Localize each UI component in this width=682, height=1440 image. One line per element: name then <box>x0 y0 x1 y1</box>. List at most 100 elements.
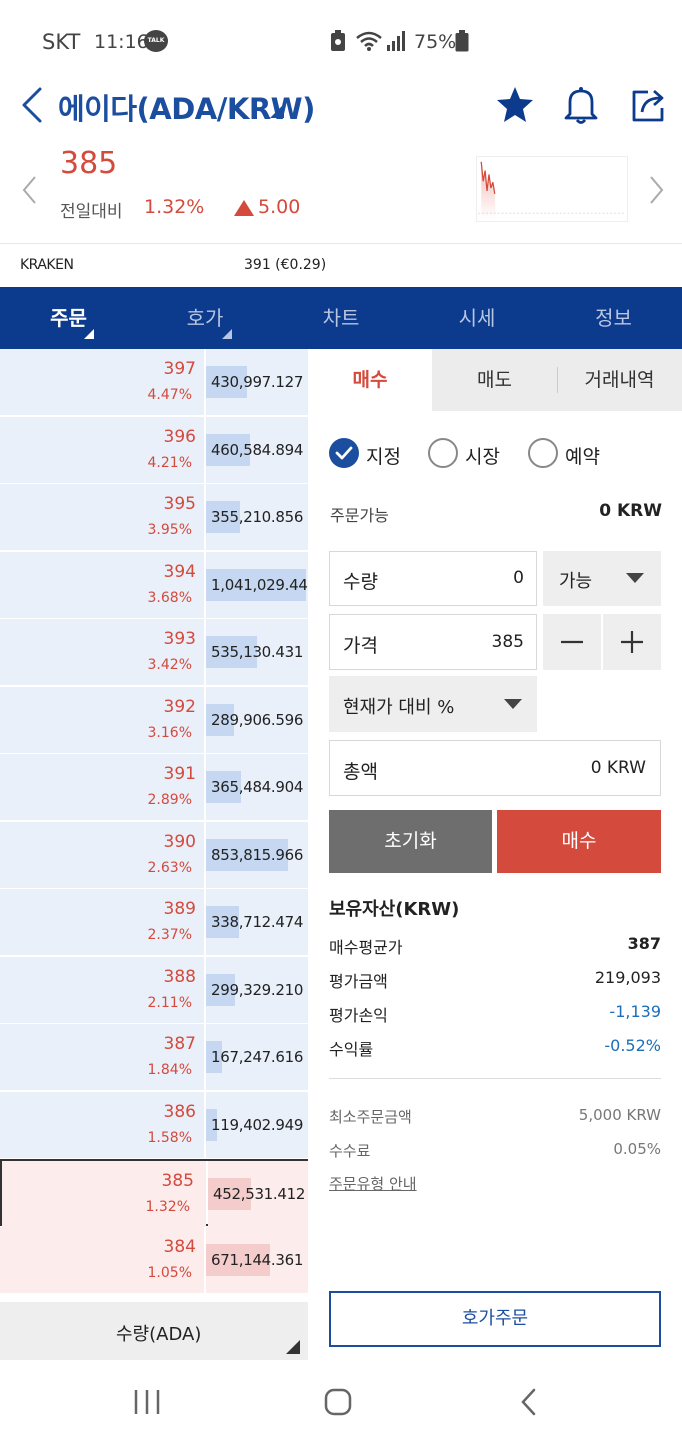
order-volume: 430,997.127 <box>211 373 304 391</box>
order-book-row[interactable]: 397 4.47% 430,997.127 <box>0 349 308 416</box>
valuation-label: 평가금액 <box>329 972 388 991</box>
order-volume: 299,329.210 <box>211 980 304 999</box>
alert-button[interactable] <box>562 85 600 125</box>
return-rate-value: -0.52% <box>604 1036 661 1055</box>
radio-limit[interactable] <box>329 438 359 468</box>
order-price: 397 <box>163 359 196 379</box>
back-icon <box>22 87 42 123</box>
tab-history[interactable]: 거래내역 <box>557 349 682 411</box>
battery-percent: 75% <box>414 31 457 53</box>
hoga-order-button[interactable]: 호가주문 <box>329 1291 661 1347</box>
fee-label: 수수료 <box>329 1142 371 1160</box>
title-dropdown-icon[interactable] <box>270 104 284 118</box>
tab-sell[interactable]: 매도 <box>432 349 557 411</box>
exchange-reference-row <box>0 243 682 287</box>
order-book-row[interactable]: 387 1.84% 167,247.616 <box>0 1024 308 1091</box>
quantity-unit-caret-icon <box>286 1340 300 1354</box>
home-icon[interactable] <box>324 1388 352 1416</box>
total-label: 총액 <box>343 761 378 783</box>
price-increment-button[interactable] <box>603 614 661 670</box>
order-book-row[interactable]: 386 1.58% 119,402.949 <box>0 1091 308 1159</box>
tab-orderbook-caret-icon <box>222 329 232 339</box>
share-button[interactable] <box>630 86 668 124</box>
order-price-percent: 4.21% <box>147 454 192 471</box>
order-price: 395 <box>163 494 196 514</box>
order-volume: 355,210.856 <box>211 508 304 526</box>
price-decrement-button[interactable] <box>543 614 601 670</box>
order-book-row[interactable]: 394 3.68% 1,041,029.449 <box>0 551 308 619</box>
order-price: 393 <box>163 629 196 649</box>
radio-reserve-label[interactable]: 예약 <box>565 442 600 469</box>
prev-coin-icon[interactable] <box>20 175 40 205</box>
price-label: 가격 <box>343 635 378 657</box>
back-button[interactable] <box>14 84 54 126</box>
price-value[interactable]: 385 <box>440 632 524 652</box>
order-price: 388 <box>163 966 196 987</box>
order-volume: 365,484.904 <box>211 778 304 796</box>
order-price-percent: 3.95% <box>147 522 192 538</box>
order-price: 385 <box>161 1171 194 1191</box>
order-volume: 167,247.616 <box>211 1048 304 1066</box>
avg-buy-price-value: 387 <box>627 934 661 953</box>
next-coin-icon[interactable] <box>646 175 666 205</box>
tab-orderbook[interactable]: 호가 <box>137 287 273 349</box>
system-nav-bar <box>0 1362 682 1440</box>
order-book-row[interactable]: 395 3.95% 355,210.856 <box>0 484 308 551</box>
system-back-icon[interactable] <box>518 1388 540 1416</box>
order-volume: 289,906.596 <box>211 710 304 729</box>
radio-market[interactable] <box>428 438 458 468</box>
radio-limit-label[interactable]: 지정 <box>366 442 401 469</box>
order-price-percent: 1.32% <box>145 1199 190 1215</box>
valuation-value: 219,093 <box>594 968 661 987</box>
quantity-value[interactable]: 0 <box>440 568 524 588</box>
battery-saver-icon <box>331 30 345 51</box>
favorite-button[interactable] <box>496 85 534 125</box>
kakaotalk-icon: TALK <box>144 30 168 52</box>
order-book-row[interactable]: 393 3.42% 535,130.431 <box>0 619 308 686</box>
total-value[interactable]: 0 KRW <box>520 758 646 778</box>
main-tabs: 주문 호가 차트 시세 정보 <box>0 287 682 349</box>
order-volume: 853,815.966 <box>211 845 304 864</box>
order-book-row[interactable]: 396 4.21% 460,584.894 <box>0 416 308 484</box>
radio-market-label[interactable]: 시장 <box>465 442 500 469</box>
order-book-row[interactable]: 389 2.37% 338,712.474 <box>0 889 308 956</box>
radio-reserve[interactable] <box>528 438 558 468</box>
order-type-guide-link[interactable]: 주문유형 안내 <box>329 1173 417 1194</box>
order-book-row[interactable]: 391 2.89% 365,484.904 <box>0 754 308 821</box>
order-book-row[interactable]: 392 3.16% 289,906.596 <box>0 686 308 754</box>
change-percent: 1.32% <box>144 196 205 218</box>
order-price: 390 <box>163 831 196 852</box>
holdings-title: 보유자산(KRW) <box>329 899 460 920</box>
order-price-percent: 2.89% <box>147 792 192 808</box>
bell-icon <box>564 87 598 124</box>
order-book-row-current[interactable]: 385 1.32% 452,531.412 <box>0 1159 308 1227</box>
tab-order[interactable]: 주문 <box>0 287 137 349</box>
order-volume: 535,130.431 <box>211 643 304 661</box>
wifi-icon <box>356 31 382 51</box>
recent-apps-icon[interactable] <box>133 1388 161 1416</box>
min-order-value: 5,000 KRW <box>578 1106 661 1124</box>
order-price: 387 <box>163 1034 196 1054</box>
order-price: 391 <box>163 764 196 784</box>
order-book-row[interactable]: 390 2.63% 853,815.966 <box>0 821 308 889</box>
order-book-row[interactable]: 388 2.11% 299,329.210 <box>0 956 308 1024</box>
possible-label: 가능 <box>559 571 593 592</box>
buy-button[interactable]: 매수 <box>497 810 661 873</box>
return-rate-label: 수익률 <box>329 1040 374 1059</box>
available-label: 주문가능 <box>330 506 389 525</box>
tab-buy[interactable]: 매수 <box>308 349 432 411</box>
order-price-percent: 3.42% <box>147 657 192 673</box>
avg-buy-price-label: 매수평균가 <box>329 938 403 957</box>
plus-icon <box>621 631 643 653</box>
chevron-down-icon <box>504 699 522 709</box>
tab-market[interactable]: 시세 <box>409 287 545 349</box>
tab-chart[interactable]: 차트 <box>273 287 409 349</box>
chevron-down-icon <box>626 573 644 583</box>
tab-info[interactable]: 정보 <box>545 287 682 349</box>
order-book-row[interactable]: 384 1.05% 671,144.361 <box>0 1226 308 1294</box>
order-volume: 1,041,029.449 <box>211 575 308 594</box>
reset-button[interactable]: 초기화 <box>329 810 492 873</box>
price-sparkline[interactable] <box>476 156 628 222</box>
order-price: 384 <box>163 1236 196 1257</box>
order-price-percent: 1.58% <box>147 1129 192 1146</box>
